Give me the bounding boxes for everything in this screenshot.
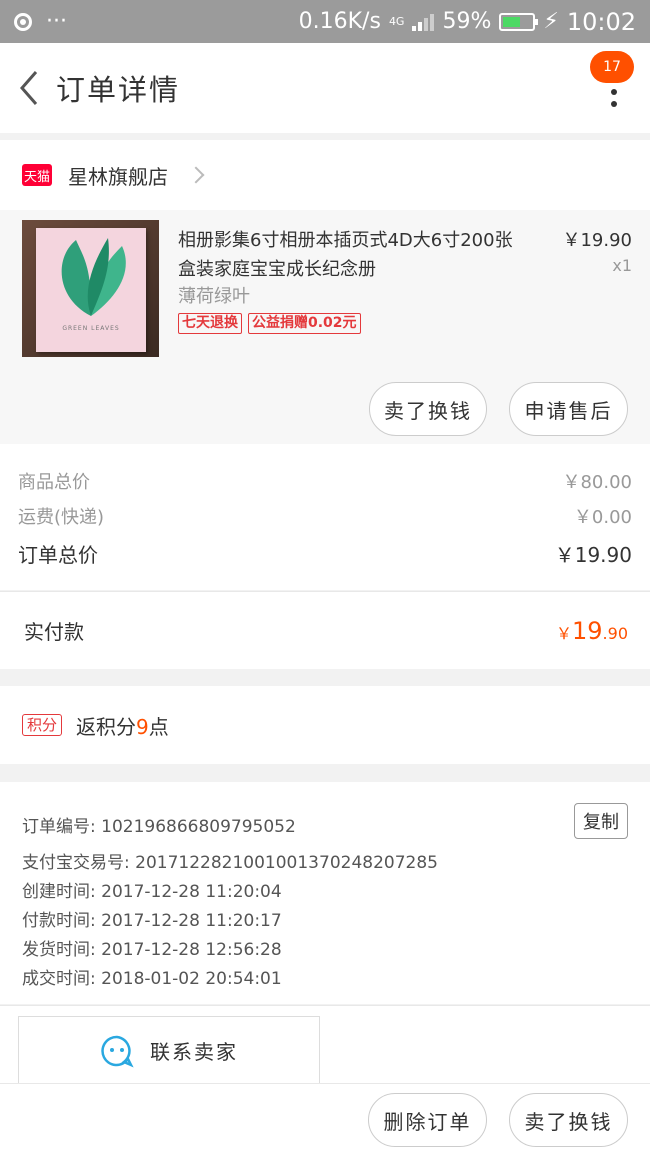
cover-caption: GREEN LEAVES	[62, 325, 120, 332]
page-title: 订单详情	[56, 73, 181, 107]
notification-badge: 17	[590, 51, 634, 83]
paid-integer: 19	[572, 616, 603, 645]
after-sale-button[interactable]: 申请售后	[509, 382, 628, 436]
copy-button[interactable]: 复制	[574, 803, 628, 839]
signal-icon	[412, 13, 435, 31]
order-total-label: 订单总价	[18, 543, 98, 567]
product-price: ￥19.90	[562, 230, 632, 251]
points-prefix: 返积分	[76, 714, 137, 739]
product-image[interactable]: GREEN LEAVES	[22, 220, 159, 357]
chevron-right-icon	[187, 166, 205, 184]
chat-icon	[101, 1035, 134, 1067]
paid-row: 实付款 ￥19.90	[0, 591, 650, 669]
order-total-value: ￥19.90	[554, 543, 632, 567]
points-suffix: 点	[148, 714, 169, 739]
battery-percent: 59%	[442, 9, 492, 34]
chevron-left-icon	[20, 71, 38, 105]
battery-icon	[499, 12, 539, 31]
paid-time: 付款时间: 2017-12-28 11:20:17	[22, 911, 282, 931]
order-number: 订单编号: 102196866809795052	[22, 817, 296, 837]
network-speed: 0.16K/s	[298, 9, 381, 34]
more-notifications-icon: ···	[46, 9, 67, 34]
product-quantity: x1	[612, 256, 632, 275]
nav-bar: 订单详情 17	[0, 43, 650, 133]
return-policy-tag: 七天退换	[178, 313, 242, 334]
shipping-value: ￥0.00	[573, 507, 632, 528]
contact-section: 联系卖家	[0, 1005, 650, 1084]
status-bar: ··· 0.16K/s 4G 59% ⚡ 10:02	[0, 0, 650, 43]
shop-row[interactable]: 天猫 星林旗舰店	[0, 140, 650, 210]
delete-order-button[interactable]: 删除订单	[368, 1093, 487, 1147]
paid-currency: ￥	[555, 623, 572, 643]
alipay-trade-number: 支付宝交易号: 2017122821001001370248207285	[22, 853, 438, 873]
points-text: 返积分9点	[76, 711, 169, 740]
created-time: 创建时间: 2017-12-28 11:20:04	[22, 882, 282, 902]
goods-total-value: ￥80.00	[562, 472, 632, 493]
leaf-icon	[61, 238, 126, 316]
back-button[interactable]	[6, 58, 50, 118]
charging-icon: ⚡	[543, 9, 559, 34]
product-title: 相册影集6寸相册本插页式4D大6寸200张盒装家庭宝宝成长纪念册	[178, 230, 513, 280]
tmall-icon: 天猫	[22, 164, 52, 186]
paid-decimal: .90	[602, 623, 628, 643]
completed-time: 成交时间: 2018-01-02 20:54:01	[22, 969, 282, 989]
points-row: 积分 返积分9点	[0, 686, 650, 764]
bottom-sell-button[interactable]: 卖了换钱	[509, 1093, 628, 1147]
shipping-row: 运费(快递) ￥0.00	[18, 503, 632, 529]
paid-amount: ￥19.90	[556, 617, 628, 645]
contact-seller-button[interactable]: 联系卖家	[18, 1016, 320, 1084]
product-spec: 薄荷绿叶	[178, 286, 250, 307]
points-value: 9	[136, 714, 149, 739]
goods-total-row: 商品总价 ￥80.00	[18, 468, 632, 494]
contact-seller-label: 联系卖家	[150, 1040, 238, 1064]
paid-label: 实付款	[24, 620, 84, 644]
clock: 10:02	[566, 7, 636, 36]
shipping-label: 运费(快递)	[18, 507, 105, 528]
record-icon	[14, 12, 32, 31]
price-summary: 商品总价 ￥80.00 运费(快递) ￥0.00 订单总价 ￥19.90	[0, 444, 650, 590]
product-item[interactable]: GREEN LEAVES 相册影集6寸相册本插页式4D大6寸200张盒装家庭宝宝…	[0, 210, 650, 444]
order-total-row: 订单总价 ￥19.90	[18, 539, 632, 568]
bottom-action-bar: 删除订单 卖了换钱	[0, 1083, 650, 1155]
shop-name: 星林旗舰店	[68, 164, 168, 189]
order-info: 订单编号: 102196866809795052 支付宝交易号: 2017122…	[0, 782, 650, 1004]
goods-total-label: 商品总价	[18, 472, 90, 493]
points-badge: 积分	[22, 714, 63, 736]
charity-tag: 公益捐赠0.02元	[248, 313, 361, 334]
shipped-time: 发货时间: 2017-12-28 12:56:28	[22, 940, 282, 960]
network-type: 4G	[388, 15, 405, 28]
sell-button[interactable]: 卖了换钱	[369, 382, 487, 436]
